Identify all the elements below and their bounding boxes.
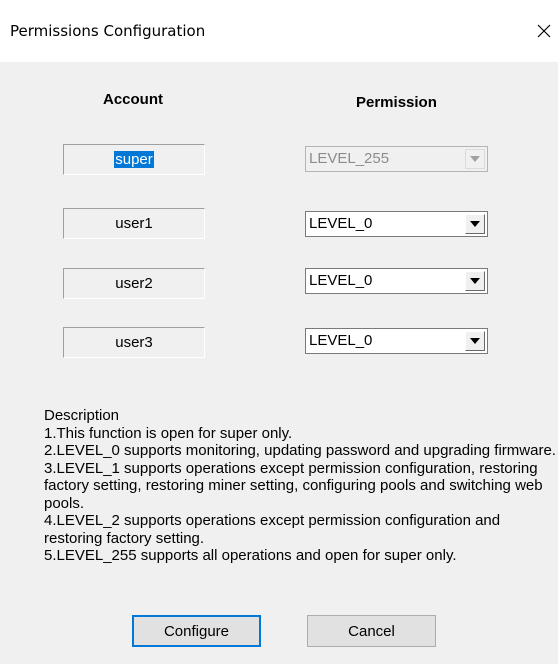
cancel-button[interactable]: Cancel [307,615,436,647]
dropdown-button[interactable] [465,214,485,234]
account-column-header: Account [103,91,163,108]
permission-column-header: Permission [356,94,437,111]
description-text: Description 1.This function is open for … [44,407,556,625]
permission-value: LEVEL_0 [309,332,373,349]
description-line: 3.LEVEL_1 supports operations except per… [44,459,543,512]
permission-value: LEVEL_0 [309,272,373,289]
dropdown-button [465,149,485,169]
configure-button[interactable]: Configure [132,615,261,647]
chevron-down-icon [470,278,480,284]
dropdown-button[interactable] [465,331,485,351]
account-field-user1: user1 [63,208,205,239]
description-heading: Description [44,407,120,424]
account-name: user1 [115,215,153,232]
account-field-user3: user3 [63,327,205,358]
description-line: 4.LEVEL_2 supports operations except per… [44,512,501,547]
close-button[interactable] [530,14,558,48]
permission-select-user1[interactable]: LEVEL_0 [305,211,488,237]
account-name: user3 [115,334,153,351]
chevron-down-icon [470,338,480,344]
chevron-down-icon [470,156,480,162]
close-icon [537,24,551,38]
account-name: super [114,151,154,168]
permission-select-super: LEVEL_255 [305,146,488,172]
account-field-user2: user2 [63,268,205,299]
description-line: 1.This function is open for super only. [44,424,293,442]
permission-select-user3[interactable]: LEVEL_0 [305,328,488,354]
description-line: 5.LEVEL_255 supports all operations and … [44,547,457,564]
account-name: user2 [115,275,153,292]
description-line: 2.LEVEL_0 supports monitoring, updating … [44,442,556,459]
dropdown-button[interactable] [465,271,485,291]
window-title: Permissions Configuration [10,22,206,40]
chevron-down-icon [470,221,480,227]
permission-value: LEVEL_255 [309,150,390,167]
permission-select-user2[interactable]: LEVEL_0 [305,268,488,294]
account-field-super: super [63,144,205,175]
title-bar: Permissions Configuration [0,0,558,62]
permission-value: LEVEL_0 [309,215,373,232]
